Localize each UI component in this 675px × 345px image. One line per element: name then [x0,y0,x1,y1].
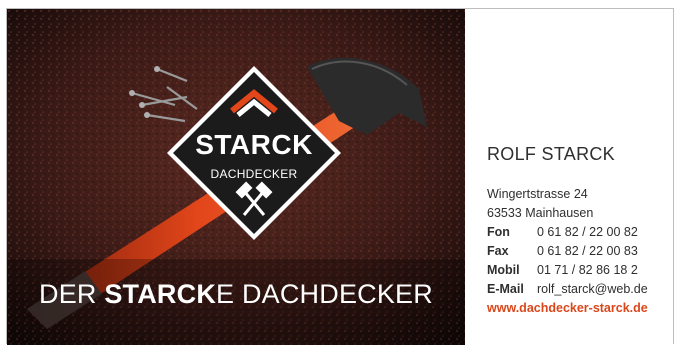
email-link[interactable]: rolf_starck@web.de [537,282,648,296]
hero-photo: STARCK DACHDECKER DER STARCKE DACHDECKER [7,9,465,345]
website-link[interactable]: www.dachdecker-starck.de [487,301,648,315]
contact-name: ROLF STARCK [487,144,615,164]
mobile-row: Mobil 01 71 / 82 86 18 2 [487,263,638,277]
logo-brand: STARCK [195,129,313,160]
street-address: Wingertstrasse 24 [487,187,588,201]
phone-label: Fon [487,225,510,239]
phone-value[interactable]: 0 61 82 / 22 00 82 [537,225,638,239]
mobile-label: Mobil [487,263,520,277]
starck-logo: STARCK DACHDECKER [164,63,344,243]
slogan-bold: STARCK [104,279,217,309]
mobile-value[interactable]: 01 71 / 82 86 18 2 [537,263,638,277]
slogan: DER STARCKE DACHDECKER [7,279,465,310]
phone-row: Fon 0 61 82 / 22 00 82 [487,225,638,239]
logo-subtitle: DACHDECKER [210,167,298,181]
fax-label: Fax [487,244,509,258]
email-label: E-Mail [487,282,524,296]
fax-row: Fax 0 61 82 / 22 00 83 [487,244,638,258]
email-row: E-Mail rolf_starck@web.de [487,282,648,296]
slogan-part2: E DACHDECKER [216,279,433,309]
business-card: STARCK DACHDECKER DER STARCKE DACHDECKER… [6,8,675,345]
contact-info: ROLF STARCK Wingertstrasse 24 63533 Main… [487,9,675,345]
city-address: 63533 Mainhausen [487,206,594,220]
fax-value: 0 61 82 / 22 00 83 [537,244,638,258]
slogan-part1: DER [39,279,105,309]
